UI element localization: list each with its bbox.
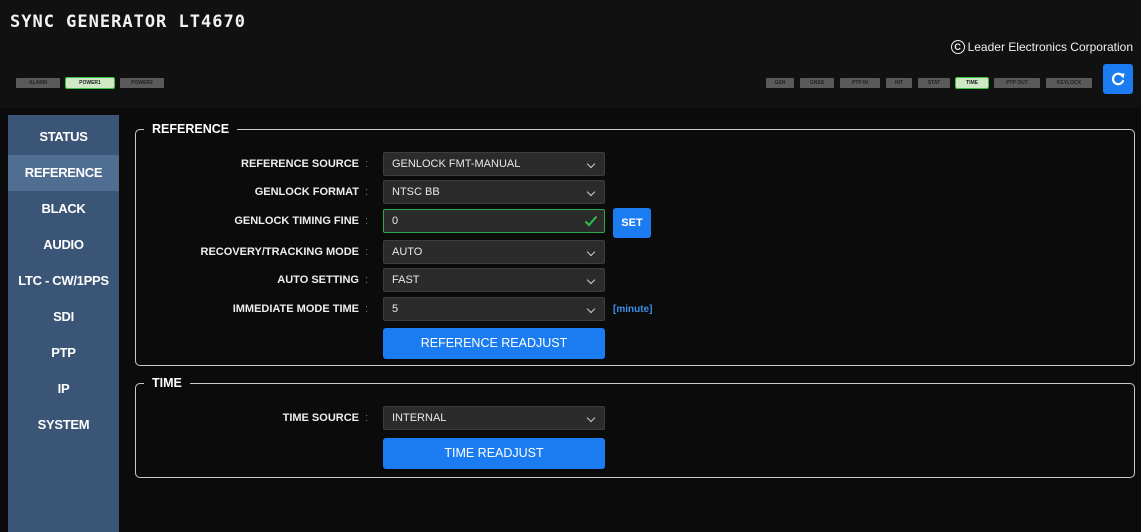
chevron-down-icon [586, 275, 596, 285]
time-readjust-button[interactable]: TIME READJUST [383, 438, 605, 469]
time-source-select[interactable]: INTERNAL [383, 406, 605, 430]
colon: : [365, 158, 369, 170]
reference-legend: REFERENCE [152, 122, 230, 136]
indicator-int: INT [886, 78, 912, 88]
reference-readjust-button[interactable]: REFERENCE READJUST [383, 328, 605, 359]
immediate-mode-time-label: IMMEDIATE MODE TIME [232, 303, 359, 315]
indicator-ptp-out: PTP OUT [994, 78, 1040, 88]
brand-name: Leader Electronics Corporation [967, 40, 1133, 54]
chevron-down-icon [586, 304, 596, 314]
sidebar-item-sdi[interactable]: SDI [8, 299, 119, 335]
chevron-down-icon [586, 159, 596, 169]
indicator-alarm: ALARM [16, 78, 60, 88]
time-legend: TIME [152, 376, 182, 390]
sidebar-item-reference[interactable]: REFERENCE [8, 155, 119, 191]
genlock-timing-fine-value: 0 [392, 215, 399, 227]
sidebar-item-black[interactable]: BLACK [8, 191, 119, 227]
time-source-value: INTERNAL [392, 412, 447, 424]
immediate-mode-time-value: 5 [392, 303, 399, 315]
indicator-ptp-in: PTP IN [840, 78, 880, 88]
auto-setting-select[interactable]: FAST [383, 268, 605, 292]
brand: C Leader Electronics Corporation [950, 40, 1133, 54]
genlock-timing-fine-input[interactable]: 0 [383, 209, 605, 233]
sidebar-item-ltc-cw-1pps[interactable]: LTC - CW/1PPS [8, 263, 119, 299]
genlock-timing-fine-label: GENLOCK TIMING FINE [234, 215, 359, 227]
genlock-format-value: NTSC BB [392, 186, 440, 198]
genlock-format-label: GENLOCK FORMAT [254, 186, 359, 198]
indicator-power2: POWER2 [120, 78, 164, 88]
top-bar: SYNC GENERATOR LT4670 C Leader Electroni… [0, 0, 1141, 108]
sidebar-item-system[interactable]: SYSTEM [8, 407, 119, 443]
main-content: REFERENCE REFERENCE SOURCE : GENLOCK FMT… [119, 108, 1141, 532]
colon: : [365, 303, 369, 315]
genlock-format-row: GENLOCK FORMAT : NTSC BB [119, 180, 1141, 204]
sidebar-item-ip[interactable]: IP [8, 371, 119, 407]
check-icon [584, 215, 598, 227]
immediate-mode-time-select[interactable]: 5 [383, 297, 605, 321]
auto-setting-value: FAST [392, 274, 420, 286]
recovery-tracking-mode-label: RECOVERY/TRACKING MODE [200, 246, 360, 258]
copyright-icon: C [950, 40, 965, 54]
sidebar: STATUS REFERENCE BLACK AUDIO LTC - CW/1P… [8, 115, 119, 532]
sidebar-item-status[interactable]: STATUS [8, 119, 119, 155]
refresh-button[interactable] [1103, 64, 1133, 94]
reference-source-label: REFERENCE SOURCE [241, 158, 359, 170]
recovery-tracking-mode-row: RECOVERY/TRACKING MODE : AUTO [119, 240, 1141, 264]
auto-setting-row: AUTO SETTING : FAST [119, 268, 1141, 292]
reference-source-value: GENLOCK FMT-MANUAL [392, 158, 521, 170]
time-source-label: TIME SOURCE [282, 412, 359, 424]
app-title: SYNC GENERATOR LT4670 [10, 12, 246, 32]
sidebar-item-ptp[interactable]: PTP [8, 335, 119, 371]
left-indicators: ALARM POWER1 POWER2 [16, 77, 164, 89]
chevron-down-icon [586, 413, 596, 423]
indicator-power1: POWER1 [65, 77, 115, 89]
auto-setting-label: AUTO SETTING [277, 274, 359, 286]
genlock-format-select[interactable]: NTSC BB [383, 180, 605, 204]
indicator-keylock: KEYLOCK [1046, 78, 1092, 88]
colon: : [365, 186, 369, 198]
recovery-tracking-mode-select[interactable]: AUTO [383, 240, 605, 264]
sidebar-item-audio[interactable]: AUDIO [8, 227, 119, 263]
refresh-icon [1111, 72, 1125, 86]
colon: : [365, 412, 369, 424]
colon: : [365, 274, 369, 286]
chevron-down-icon [586, 187, 596, 197]
indicator-gnss: GNSS [800, 78, 834, 88]
colon: : [365, 246, 369, 258]
indicator-gen: GEN [766, 78, 794, 88]
time-source-row: TIME SOURCE : INTERNAL [119, 406, 1141, 430]
immediate-mode-time-unit: [minute] [613, 304, 653, 315]
reference-source-select[interactable]: GENLOCK FMT-MANUAL [383, 152, 605, 176]
indicator-stat: STAT [918, 78, 950, 88]
right-indicators: GEN GNSS PTP IN INT STAT TIME PTP OUT KE… [766, 77, 1092, 89]
chevron-down-icon [586, 247, 596, 257]
colon: : [365, 215, 369, 227]
indicator-time: TIME [955, 77, 989, 89]
reference-source-row: REFERENCE SOURCE : GENLOCK FMT-MANUAL [119, 152, 1141, 176]
set-button[interactable]: SET [613, 208, 651, 238]
recovery-tracking-mode-value: AUTO [392, 246, 423, 258]
